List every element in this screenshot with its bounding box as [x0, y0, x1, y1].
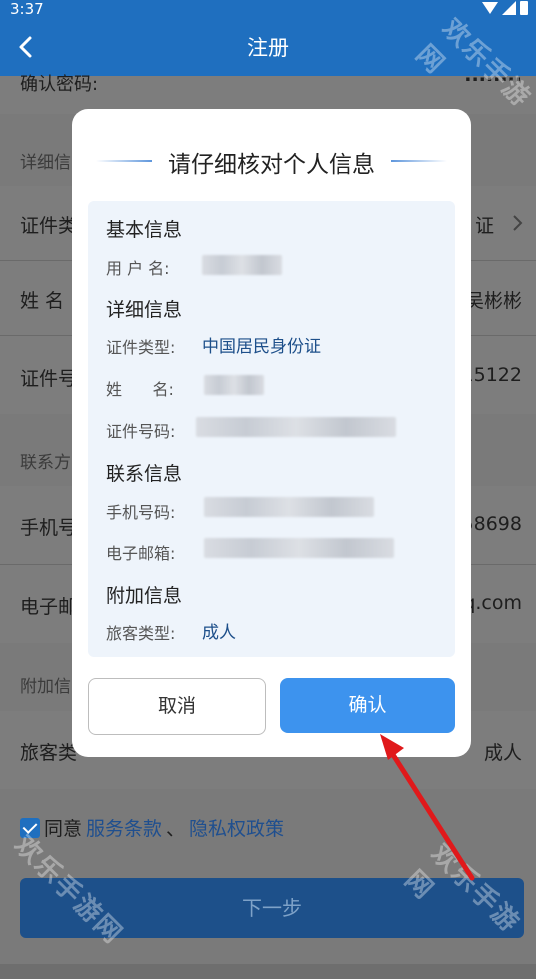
id-number-value-redacted — [196, 417, 396, 437]
id-number-label: 证件号码: — [106, 422, 176, 441]
privacy-link[interactable]: 隐私权政策 — [189, 814, 284, 841]
confirm-button[interactable]: 确认 — [280, 678, 455, 733]
id-type-value: 中国居民身份证 — [202, 337, 321, 357]
username-label: 用 户 名: — [106, 259, 170, 278]
id-number-label: 证件号 — [20, 368, 78, 390]
title-decoration-line — [391, 160, 447, 162]
email-value-redacted — [204, 538, 394, 558]
name-value: 吴彬彬 — [464, 290, 522, 312]
section-contact: 联系方 — [20, 453, 71, 473]
detail-info-heading: 详细信息 — [106, 299, 183, 321]
confirm-info-dialog: 请仔细核对个人信息 基本信息 用 户 名: 详细信息 证件类型: 中国居民身份证… — [72, 109, 471, 757]
id-type-value: 证 — [474, 215, 494, 237]
id-type-label: 证件类 — [20, 215, 78, 237]
email-label: 电子邮箱: — [106, 544, 176, 563]
chevron-right-icon — [513, 215, 523, 231]
terms-link[interactable]: 服务条款 — [86, 814, 162, 841]
email-value: q.com — [463, 592, 522, 614]
passenger-type-label: 旅客类型: — [106, 624, 176, 643]
passenger-type-value: 成人 — [202, 623, 236, 643]
name-label: 姓 名 — [20, 290, 65, 312]
email-label: 电子邮 — [20, 596, 78, 618]
signal-icon — [502, 1, 516, 15]
name-label: 姓 名: — [106, 380, 174, 399]
battery-icon — [520, 1, 528, 15]
section-extra: 附加信 — [20, 677, 71, 697]
basic-info-heading: 基本信息 — [106, 219, 183, 241]
cancel-button[interactable]: 取消 — [88, 678, 266, 735]
status-time: 3:37 — [10, 0, 44, 18]
id-type-label: 证件类型: — [106, 338, 176, 357]
name-value-redacted — [204, 375, 264, 395]
agreement-row: 同意 服务条款 、 隐私权政策 — [20, 814, 284, 841]
confirm-password-label: 确认密码: — [20, 74, 99, 95]
info-panel: 基本信息 用 户 名: 详细信息 证件类型: 中国居民身份证 姓 名: 证件号码… — [88, 201, 455, 657]
extra-info-heading: 附加信息 — [106, 585, 183, 607]
phone-label: 手机号 — [20, 517, 78, 539]
contact-info-heading: 联系信息 — [106, 463, 183, 485]
passenger-type-value: 成人 — [483, 742, 522, 764]
dialog-title: 请仔细核对个人信息 — [168, 152, 375, 178]
phone-label: 手机号码: — [106, 503, 176, 522]
section-detail: 详细信 — [20, 153, 71, 173]
agree-separator: 、 — [166, 818, 186, 840]
passenger-type-label: 旅客类 — [20, 742, 78, 764]
username-value-redacted — [202, 255, 282, 275]
phone-value-redacted — [204, 497, 374, 517]
wifi-icon — [482, 2, 498, 14]
agree-text: 同意 — [44, 818, 83, 840]
status-icons — [482, 1, 528, 15]
annotation-arrow-icon — [380, 734, 475, 881]
